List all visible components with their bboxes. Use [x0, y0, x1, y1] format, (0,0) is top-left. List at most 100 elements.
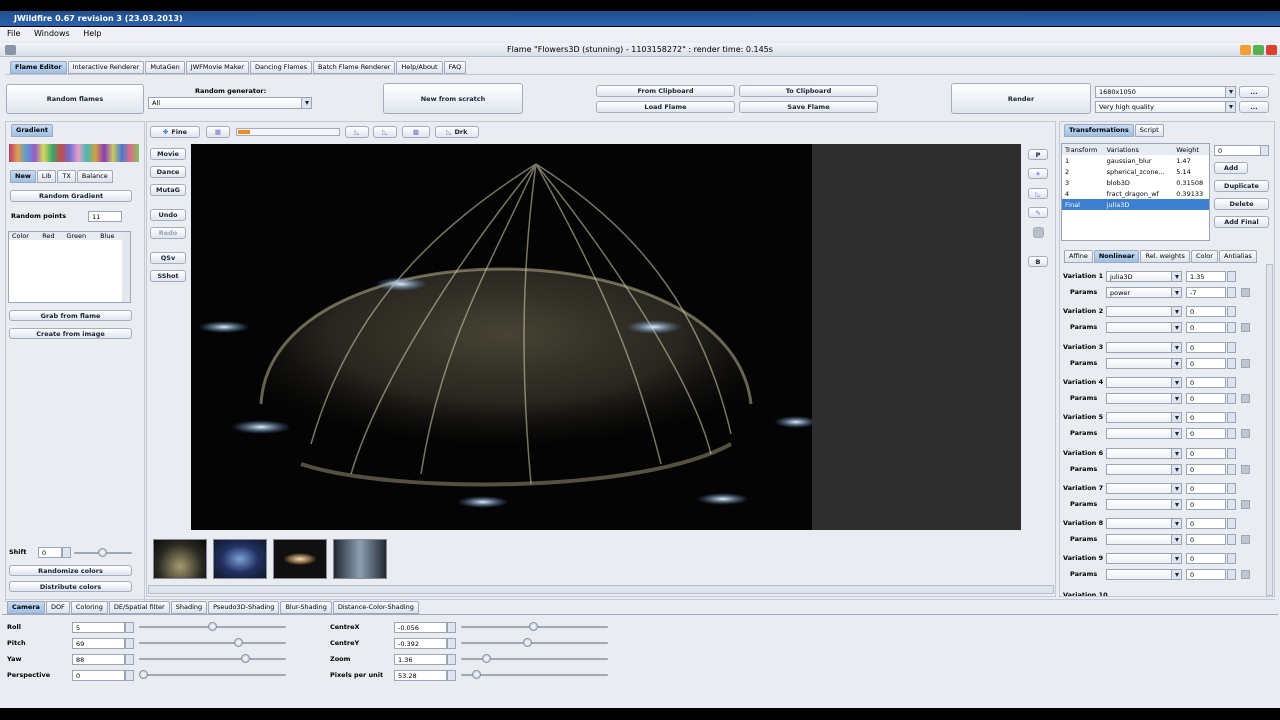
tab-mutagen[interactable]: MutaGen — [145, 61, 185, 74]
variation-select[interactable] — [1106, 482, 1182, 494]
load-flame-button[interactable]: Load Flame — [596, 101, 735, 113]
redo-button[interactable]: Redo — [150, 227, 186, 239]
movie-button[interactable]: Movie — [150, 148, 186, 160]
tab-lib[interactable]: Lib — [36, 170, 57, 183]
param-value-input[interactable]: -7 — [1186, 287, 1226, 298]
variation-select[interactable] — [1106, 447, 1182, 459]
camera-right-slider[interactable] — [461, 670, 608, 679]
camera-left-slider[interactable] — [139, 670, 286, 679]
variation-amount-spinner[interactable] — [1227, 306, 1236, 318]
param-edit-icon[interactable] — [1241, 288, 1250, 297]
b-toggle-icon[interactable]: B — [1028, 256, 1048, 267]
add-final-button[interactable]: Add Final — [1214, 216, 1269, 228]
tab-pseudo3d-shading[interactable]: Pseudo3D-Shading — [208, 601, 280, 614]
tab-distance-color-shading[interactable]: Distance-Color-Shading — [332, 601, 419, 614]
square-icon[interactable] — [1033, 227, 1044, 238]
fine-toggle-button[interactable]: ✥ Fine — [150, 126, 200, 138]
tab-faq[interactable]: FAQ — [443, 61, 467, 74]
camera-left-spinner[interactable] — [125, 638, 134, 649]
camera-left-input[interactable]: 88 — [72, 654, 125, 665]
camera-left-input[interactable]: 0 — [72, 670, 125, 681]
param-select[interactable] — [1106, 534, 1182, 546]
distribute-colors-button[interactable]: Distribute colors — [9, 581, 132, 592]
save-flame-button[interactable]: Save Flame — [739, 101, 878, 113]
slider-knob[interactable] — [234, 638, 243, 647]
camera-left-spinner[interactable] — [125, 622, 134, 633]
random-points-input[interactable]: 11 — [88, 211, 122, 222]
resolution-select[interactable]: 1680x1050 — [1095, 86, 1236, 98]
variation-amount-input[interactable]: 0 — [1186, 447, 1226, 459]
new-from-scratch-button[interactable]: New from scratch — [383, 83, 523, 114]
tab-interactive-renderer[interactable]: Interactive Renderer — [67, 61, 145, 74]
frame-menu-icon[interactable] — [5, 45, 16, 55]
variation-amount-input[interactable]: 0 — [1186, 376, 1226, 388]
tab-transformations[interactable]: Transformations — [1064, 124, 1134, 137]
camera-right-slider[interactable] — [461, 654, 608, 663]
param-value-spinner[interactable] — [1227, 357, 1236, 369]
camera-right-input[interactable]: 1.36 — [394, 654, 447, 665]
variation-select[interactable]: julia3D — [1106, 271, 1182, 282]
variation-amount-input[interactable]: 0 — [1186, 518, 1226, 530]
tab-shading[interactable]: Shading — [170, 601, 208, 614]
tab-tx[interactable]: TX — [57, 170, 76, 183]
tab-nonlinear[interactable]: Nonlinear — [1093, 250, 1140, 263]
tab-flame-editor[interactable]: Flame Editor — [10, 61, 67, 74]
param-edit-icon[interactable] — [1241, 429, 1250, 439]
param-value-spinner[interactable] — [1227, 498, 1236, 510]
create-from-image-button[interactable]: Create from image — [9, 328, 132, 339]
dance-button[interactable]: Dance — [150, 166, 186, 178]
tab-dof[interactable]: DOF — [45, 601, 70, 614]
camera-right-input[interactable]: -0.056 — [394, 622, 447, 633]
tab-rel-weights[interactable]: Rel. weights — [1140, 250, 1190, 263]
param-select[interactable] — [1106, 322, 1182, 334]
param-select[interactable] — [1106, 392, 1182, 404]
variations-scrollbar[interactable] — [1266, 264, 1273, 596]
param-edit-icon[interactable] — [1241, 570, 1250, 580]
variation-amount-input[interactable]: 0 — [1186, 412, 1226, 424]
drk-toggle-button[interactable]: ◺ Drk — [435, 126, 479, 138]
maximize-icon[interactable] — [1253, 45, 1264, 55]
rotate-icon[interactable]: ✶ — [1028, 168, 1048, 179]
variation-amount-spinner[interactable] — [1227, 447, 1236, 459]
random-flames-button[interactable]: Random flames — [6, 84, 144, 114]
camera-right-spinner[interactable] — [447, 654, 456, 665]
param-value-input[interactable]: 0 — [1186, 392, 1226, 404]
thumbnail-2[interactable] — [213, 539, 267, 579]
camera-left-spinner[interactable] — [125, 670, 134, 681]
thumbnail-1[interactable] — [153, 539, 207, 579]
thumbnail-3[interactable] — [273, 539, 327, 579]
slider-knob[interactable] — [523, 638, 532, 647]
tab-antialias[interactable]: Antialias — [1218, 250, 1257, 263]
variation-select[interactable] — [1106, 412, 1182, 424]
camera-right-slider[interactable] — [461, 638, 608, 647]
table-scrollbar[interactable] — [122, 232, 130, 302]
variation-select[interactable] — [1106, 553, 1182, 565]
param-value-input[interactable]: 0 — [1186, 569, 1226, 581]
close-icon[interactable] — [1266, 45, 1277, 55]
shift-input[interactable]: 0 — [38, 547, 62, 558]
param-value-spinner[interactable] — [1227, 428, 1236, 440]
param-select[interactable] — [1106, 569, 1182, 581]
param-select[interactable] — [1106, 428, 1182, 440]
from-clipboard-button[interactable]: From Clipboard — [596, 85, 735, 97]
param-edit-icon[interactable] — [1241, 499, 1250, 509]
quality-select[interactable]: Very high quality — [1095, 101, 1236, 113]
camera-right-spinner[interactable] — [447, 670, 456, 681]
tab-blur-shading[interactable]: Blur-Shading — [280, 601, 332, 614]
table-row[interactable]: 1 gaussian_blur 1.47 — [1062, 155, 1209, 166]
transform-spinner-input[interactable]: 0 — [1214, 145, 1261, 156]
variation-amount-spinner[interactable] — [1227, 341, 1236, 353]
to-clipboard-button[interactable]: To Clipboard — [739, 85, 878, 97]
table-row[interactable]: 2 spherical_zcone... 5.14 — [1062, 166, 1209, 177]
tab-balance[interactable]: Balance — [76, 170, 113, 183]
param-value-spinner[interactable] — [1227, 287, 1236, 298]
param-select[interactable]: power — [1106, 287, 1182, 298]
slider-knob[interactable] — [529, 622, 538, 631]
grid-icon[interactable]: ▦ — [206, 126, 230, 138]
camera-left-slider[interactable] — [139, 638, 286, 647]
delete-transform-button[interactable]: Delete — [1214, 198, 1269, 210]
variation-amount-spinner[interactable] — [1227, 412, 1236, 424]
tab-camera[interactable]: Camera — [7, 601, 45, 614]
add-transform-button[interactable]: Add — [1214, 162, 1248, 174]
tab-affine[interactable]: Affine — [1064, 250, 1093, 263]
